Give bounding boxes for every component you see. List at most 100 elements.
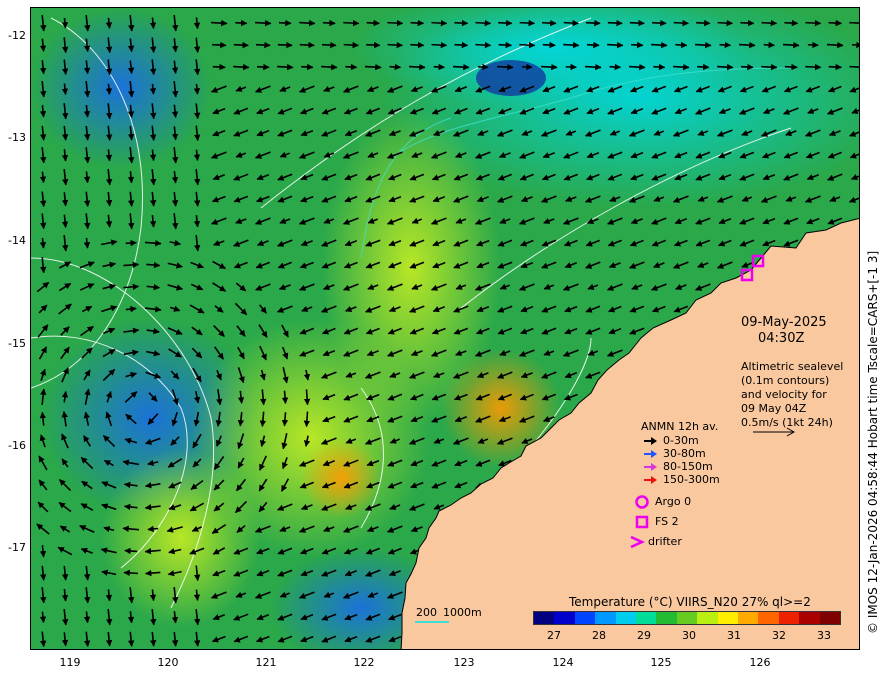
velocity-arrow (39, 611, 47, 623)
legend-arrow-icon (644, 450, 657, 458)
velocity-arrow (127, 171, 135, 184)
velocity-arrow (193, 83, 201, 95)
velocity-arrow (345, 63, 358, 71)
colorbar-tick: 27 (547, 629, 561, 642)
velocity-arrow (696, 19, 711, 27)
velocity-arrow (149, 83, 157, 95)
velocity-arrow (826, 41, 844, 49)
lon-tick: 119 (59, 656, 81, 669)
colorbar-swatch (574, 612, 596, 624)
velocity-arrow (321, 41, 337, 49)
velocity-arrow (299, 41, 315, 49)
velocity-arrow (498, 41, 512, 49)
legend-arrow-icon (644, 476, 657, 484)
scale-arrow-icon (753, 427, 796, 437)
map-canvas (31, 8, 859, 649)
velocity-arrow (651, 41, 668, 49)
circle-icon (635, 495, 649, 509)
depth-contour-label-1000: 1000m (443, 606, 482, 619)
colorbar-tick: 31 (727, 629, 741, 642)
velocity-arrow (609, 63, 622, 71)
velocity-arrow (61, 83, 69, 96)
velocity-arrow (145, 569, 161, 577)
description-line: Altimetric sealevel (741, 360, 844, 373)
velocity-arrow (849, 63, 859, 71)
colorbar-tick: 28 (592, 629, 606, 642)
lat-tick: -13 (8, 131, 26, 144)
square-icon (635, 515, 649, 529)
velocity-arrow (740, 63, 754, 71)
velocity-arrow (431, 41, 448, 49)
sst-map[interactable]: 09-May-2025 04:30Z Altimetric sealevel (… (30, 7, 860, 650)
velocity-arrow (675, 41, 688, 49)
velocity-arrow (828, 19, 843, 27)
velocity-arrow (256, 63, 270, 71)
velocity-arrow (738, 41, 756, 49)
velocity-arrow (322, 19, 336, 27)
velocity-arrow (695, 41, 712, 49)
velocity-arrow (149, 589, 157, 602)
temperature-colorbar (533, 611, 841, 625)
velocity-arrow (125, 305, 137, 313)
velocity-arrow (123, 261, 140, 269)
velocity-arrow (277, 41, 293, 49)
velocity-arrow (431, 19, 448, 27)
velocity-arrow (563, 19, 579, 27)
velocity-arrow (542, 19, 557, 27)
velocity-arrow (343, 41, 359, 49)
colorbar-swatch (799, 612, 820, 624)
velocity-arrow (83, 171, 91, 184)
velocity-arrow (717, 63, 734, 71)
velocity-arrow (281, 412, 289, 427)
velocity-arrow (343, 19, 360, 27)
marker-label-argo: Argo 0 (655, 495, 692, 508)
velocity-arrow (123, 569, 138, 577)
velocity-arrow (83, 611, 91, 624)
colorbar-swatch (534, 612, 555, 624)
velocity-arrow (673, 19, 689, 27)
legend-item-label: 80-150m (663, 460, 713, 473)
description-line: (0.1m contours) (741, 374, 830, 387)
velocity-arrow (281, 390, 289, 404)
legend-item-label: 150-300m (663, 473, 720, 486)
velocity-arrow (105, 589, 113, 602)
velocity-arrow (387, 41, 404, 49)
velocity-arrow (146, 261, 161, 269)
velocity-arrow (149, 149, 157, 162)
colorbar-tick: 29 (637, 629, 651, 642)
velocity-arrow (586, 41, 600, 49)
velocity-arrow (540, 63, 558, 71)
velocity-arrow (125, 239, 137, 247)
velocity-arrow (279, 19, 292, 27)
velocity-arrow (299, 19, 316, 27)
velocity-arrow (563, 41, 580, 49)
legend-item-label: 0-30m (663, 434, 699, 447)
map-time: 04:30Z (758, 331, 805, 346)
lat-tick: -16 (8, 439, 26, 452)
velocity-arrow (212, 41, 227, 49)
velocity-arrow (39, 237, 47, 249)
velocity-arrow (717, 19, 734, 27)
velocity-arrow (719, 41, 732, 49)
velocity-arrow (433, 63, 445, 71)
velocity-arrow (105, 83, 113, 95)
velocity-arrow (127, 611, 135, 624)
marker-label-drifter: drifter (648, 535, 682, 548)
velocity-arrow (498, 19, 513, 27)
velocity-arrow (389, 63, 402, 71)
colorbar-title: Temperature (°C) VIIRS_N20 27% ql>=2 (569, 595, 811, 609)
velocity-arrow (784, 63, 798, 71)
lon-tick: 125 (650, 656, 672, 669)
velocity-arrow (255, 41, 271, 49)
velocity-arrow (366, 19, 380, 27)
velocity-arrow (366, 41, 381, 49)
colorbar-swatch (615, 612, 637, 624)
colorbar-tick: 33 (817, 629, 831, 642)
velocity-arrow (475, 19, 492, 27)
velocity-arrow (454, 19, 469, 27)
lon-tick: 120 (157, 656, 179, 669)
velocity-arrow (807, 41, 819, 49)
velocity-arrow (193, 589, 201, 601)
chevron-icon (630, 535, 646, 549)
colorbar-tick: 30 (682, 629, 696, 642)
